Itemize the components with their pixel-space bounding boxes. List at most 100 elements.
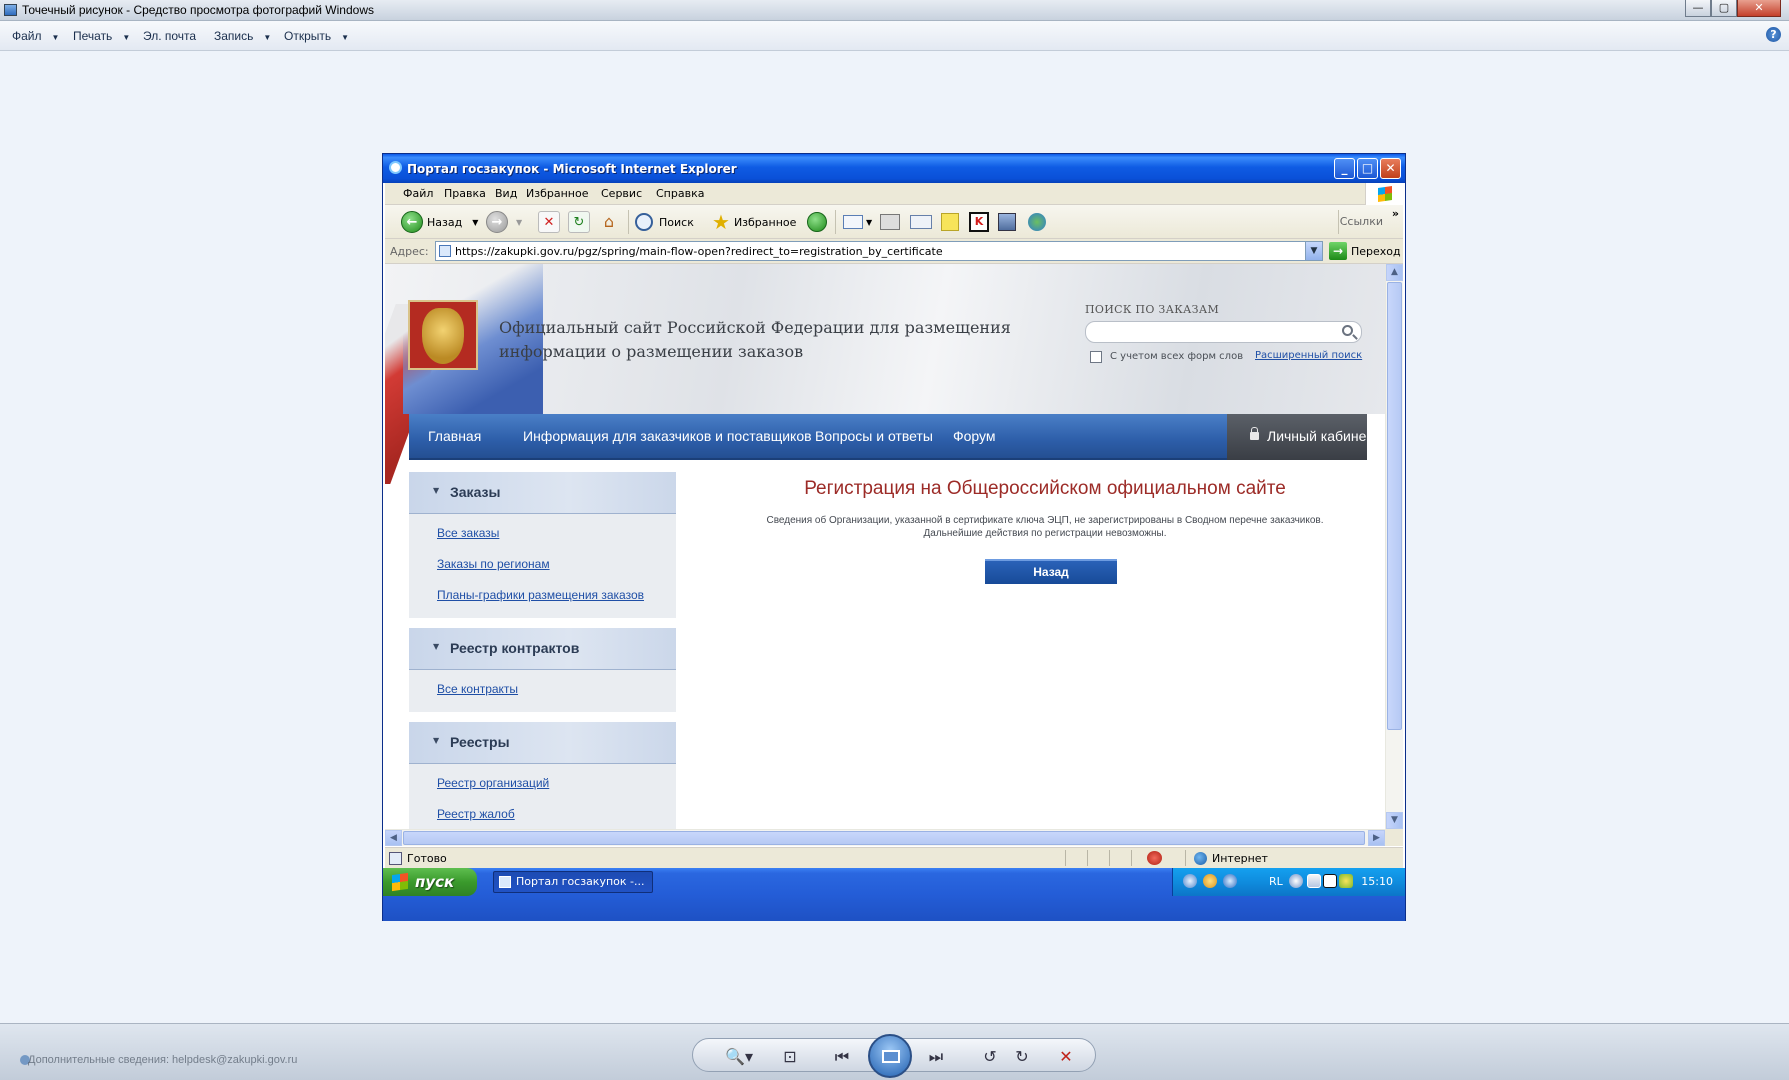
globe-icon: [1194, 852, 1207, 865]
search-icon[interactable]: [1342, 325, 1353, 336]
actual-size-icon[interactable]: ⊡: [778, 1047, 802, 1066]
photo-viewer-app-icon: [4, 4, 17, 16]
menu-print[interactable]: Печать ▼: [73, 29, 130, 43]
back-button[interactable]: ← Назад ▼: [401, 211, 478, 233]
ie-icon: [499, 876, 511, 888]
coat-of-arms-icon[interactable]: [408, 300, 478, 370]
link-orders-by-region[interactable]: Заказы по регионам: [437, 557, 550, 571]
refresh-icon: ↻: [568, 211, 590, 233]
notes-button[interactable]: [941, 211, 959, 233]
address-dropdown-icon[interactable]: ▼: [1305, 242, 1322, 260]
previous-icon[interactable]: ⏮: [830, 1047, 854, 1067]
toolbar-chevron-icon[interactable]: »: [1392, 207, 1399, 220]
link-all-contracts[interactable]: Все контракты: [437, 682, 518, 696]
ie-menu-help[interactable]: Справка: [656, 187, 704, 200]
media-icon[interactable]: [1203, 874, 1217, 888]
scroll-up-icon[interactable]: ▲: [1386, 264, 1403, 281]
link-complaints-registry[interactable]: Реестр жалоб: [437, 807, 515, 821]
next-icon[interactable]: ⏭: [924, 1047, 948, 1067]
sidebar-contracts-header[interactable]: ▼ Реестр контрактов: [409, 628, 676, 670]
taskbar-item-ie[interactable]: Портал госзакупок -...: [493, 871, 653, 893]
search-button[interactable]: Поиск: [635, 211, 694, 233]
start-button[interactable]: пуск: [383, 868, 477, 896]
home-button[interactable]: ⌂: [598, 211, 620, 233]
link-organizations-registry[interactable]: Реестр организаций: [437, 776, 549, 790]
refresh-button[interactable]: ↻: [568, 211, 590, 233]
help-icon[interactable]: ?: [1766, 27, 1781, 42]
advanced-search-link[interactable]: Расширенный поиск: [1255, 350, 1362, 361]
menu-open[interactable]: Открыть ▼: [284, 29, 349, 43]
star-icon: ★: [712, 210, 730, 234]
menu-file[interactable]: Файл ▼: [12, 29, 59, 43]
search-input[interactable]: [1085, 321, 1362, 343]
keyboard-icon[interactable]: [1307, 874, 1321, 888]
clock[interactable]: 15:10: [1361, 875, 1393, 888]
photo-viewer-menubar: Файл ▼ Печать ▼ Эл. почта Запись ▼ Открыть ▼: [0, 21, 1789, 51]
personal-cabinet-button[interactable]: Личный кабине: [1227, 414, 1367, 460]
zoom-icon[interactable]: 🔍▾: [722, 1047, 756, 1066]
ie-menu-favorites[interactable]: Избранное: [526, 187, 588, 200]
kaspersky-icon: K: [969, 212, 989, 232]
collapse-tray-icon[interactable]: [1289, 874, 1303, 888]
horizontal-scroll-thumb[interactable]: [403, 831, 1365, 845]
photo-viewer-window-buttons: — ▢ ✕: [1685, 0, 1781, 17]
links-label[interactable]: Ссылки: [1340, 215, 1383, 228]
ie-menu-view[interactable]: Вид: [495, 187, 517, 200]
ie-menu-edit[interactable]: Правка: [444, 187, 486, 200]
mail-button[interactable]: ▼: [843, 211, 872, 233]
nav-faq[interactable]: Вопросы и ответы: [815, 428, 933, 444]
ie-menu-tools[interactable]: Сервис: [601, 187, 642, 200]
messenger-button[interactable]: [1028, 211, 1046, 233]
toolbar-separator: [628, 210, 629, 234]
favorites-button[interactable]: ★ Избранное: [712, 210, 796, 234]
sidebar-orders-header[interactable]: ▼ Заказы: [409, 472, 676, 514]
delete-icon[interactable]: ✕: [1054, 1047, 1078, 1066]
stop-button[interactable]: ✕: [538, 211, 560, 233]
nav-forum[interactable]: Форум: [953, 428, 996, 444]
link-order-schedules[interactable]: Планы-графики размещения заказов: [437, 588, 644, 602]
vertical-scroll-thumb[interactable]: [1387, 282, 1402, 730]
ie-menu-file[interactable]: Файл: [403, 187, 433, 200]
go-button[interactable]: → Переход: [1329, 242, 1401, 260]
scroll-left-icon[interactable]: ◀: [385, 830, 402, 846]
rotate-counterclockwise-icon[interactable]: ↺: [978, 1047, 1002, 1066]
photo-viewer-controls-bar: Дополнительные сведения: helpdesk@zakupk…: [0, 1023, 1789, 1080]
minimize-button[interactable]: —: [1685, 0, 1711, 17]
research-button[interactable]: [998, 211, 1016, 233]
search-icon: [635, 213, 653, 231]
kaspersky-button[interactable]: K: [969, 211, 989, 233]
word-forms-checkbox[interactable]: [1090, 351, 1102, 363]
menu-burn[interactable]: Запись ▼: [214, 29, 271, 43]
rotate-clockwise-icon[interactable]: ↻: [1010, 1047, 1034, 1066]
scroll-down-icon[interactable]: ▼: [1386, 812, 1403, 829]
address-input[interactable]: https://zakupki.gov.ru/pgz/spring/main-f…: [435, 241, 1323, 261]
sidebar-registries-header[interactable]: ▼ Реестры: [409, 722, 676, 764]
nav-info[interactable]: Информация для заказчиков и поставщиков: [523, 428, 812, 444]
history-button[interactable]: [807, 211, 827, 233]
update-icon[interactable]: [1223, 874, 1237, 888]
vertical-scrollbar[interactable]: ▲ ▼: [1385, 264, 1403, 829]
slideshow-button[interactable]: [868, 1034, 912, 1078]
sidebar-orders: ▼ Заказы Все заказы Заказы по регионам П…: [409, 472, 676, 618]
print-button[interactable]: [880, 211, 900, 233]
close-button[interactable]: ✕: [1737, 0, 1781, 17]
maximize-button[interactable]: ▢: [1711, 0, 1737, 17]
ie-maximize-button[interactable]: □: [1357, 158, 1378, 179]
security-icon[interactable]: [1339, 874, 1353, 888]
kaspersky-icon[interactable]: [1323, 874, 1337, 888]
scroll-right-icon[interactable]: ▶: [1368, 830, 1385, 846]
back-button[interactable]: Назад: [985, 559, 1117, 584]
language-indicator[interactable]: RL: [1269, 875, 1283, 888]
horizontal-scrollbar[interactable]: ◀ ▶: [385, 829, 1385, 846]
ie-minimize-button[interactable]: _: [1334, 158, 1355, 179]
edit-button[interactable]: [910, 211, 932, 233]
photo-viewer-title: Точечный рисунок - Средство просмотра фо…: [22, 3, 374, 17]
network-icon[interactable]: [1183, 874, 1197, 888]
page-title: Регистрация на Общероссийском официально…: [804, 478, 1286, 499]
menu-email[interactable]: Эл. почта: [143, 29, 196, 43]
link-all-orders[interactable]: Все заказы: [437, 526, 499, 540]
ie-close-button[interactable]: ✕: [1380, 158, 1401, 179]
forward-button[interactable]: → ▼: [486, 211, 522, 233]
privacy-icon[interactable]: [1147, 851, 1162, 865]
nav-home[interactable]: Главная: [428, 428, 481, 444]
